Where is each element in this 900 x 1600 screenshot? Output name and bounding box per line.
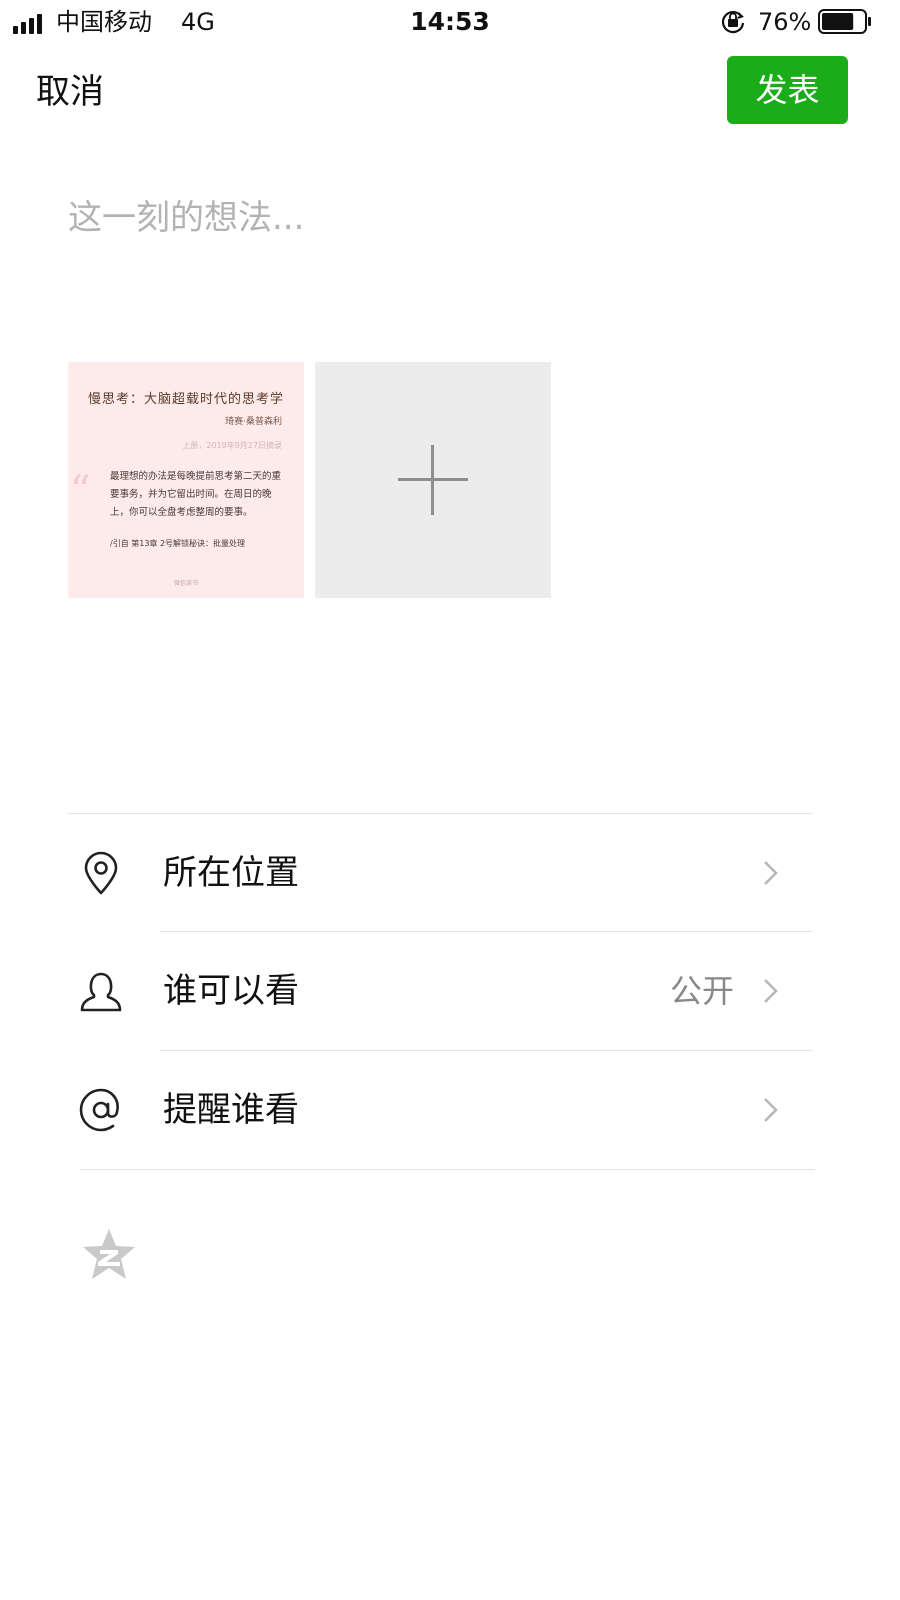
quote-mark: “ bbox=[70, 468, 91, 514]
visibility-value: 公开 bbox=[669, 972, 734, 1010]
thumbnail-date: 上册，2019年9月27日摘录 bbox=[182, 441, 282, 450]
chevron-right-icon bbox=[764, 861, 778, 885]
person-icon bbox=[80, 972, 122, 1012]
chevron-right-icon bbox=[764, 979, 778, 1003]
image-thumbnail[interactable]: 慢思考：大脑超载时代的思考学 琦赛·桑普森利 上册，2019年9月27日摘录 “… bbox=[68, 362, 304, 598]
thumbnail-citation: /引自 第13章 2号解锁秘诀：批量处理 bbox=[110, 539, 246, 548]
battery-percent: 76% bbox=[758, 8, 812, 36]
divider bbox=[80, 1169, 815, 1170]
add-image-button[interactable] bbox=[315, 362, 551, 598]
mention-label: 提醒谁看 bbox=[163, 1090, 299, 1130]
mention-row[interactable]: 提醒谁看 bbox=[68, 1051, 812, 1169]
location-label: 所在位置 bbox=[163, 853, 299, 893]
location-row[interactable]: 所在位置 bbox=[68, 814, 812, 932]
thought-input[interactable] bbox=[68, 190, 828, 250]
thumbnail-title: 慢思考：大脑超载时代的思考学 bbox=[87, 392, 284, 407]
visibility-row[interactable]: 谁可以看 公开 bbox=[68, 932, 812, 1050]
at-sign-icon bbox=[79, 1088, 119, 1132]
thumbnail-body: 最理想的办法是每晚提前思考第二天的重要事务，并为它留出时间。在周日的晚上，你可以… bbox=[110, 471, 282, 518]
status-bar: 中国移动 4G 14:53 76% bbox=[0, 0, 900, 44]
chevron-right-icon bbox=[764, 1098, 778, 1122]
location-pin-icon bbox=[84, 851, 118, 895]
thumbnail-subtitle: 琦赛·桑普森利 bbox=[225, 417, 282, 427]
visibility-label: 谁可以看 bbox=[163, 971, 299, 1011]
cancel-button[interactable]: 取消 bbox=[36, 70, 104, 114]
orientation-lock-icon bbox=[721, 10, 745, 34]
qzone-icon[interactable] bbox=[80, 1226, 138, 1284]
thumbnail-footer: 微信读书 bbox=[173, 580, 198, 587]
battery-icon bbox=[818, 9, 871, 34]
publish-button[interactable]: 发表 bbox=[727, 56, 848, 124]
